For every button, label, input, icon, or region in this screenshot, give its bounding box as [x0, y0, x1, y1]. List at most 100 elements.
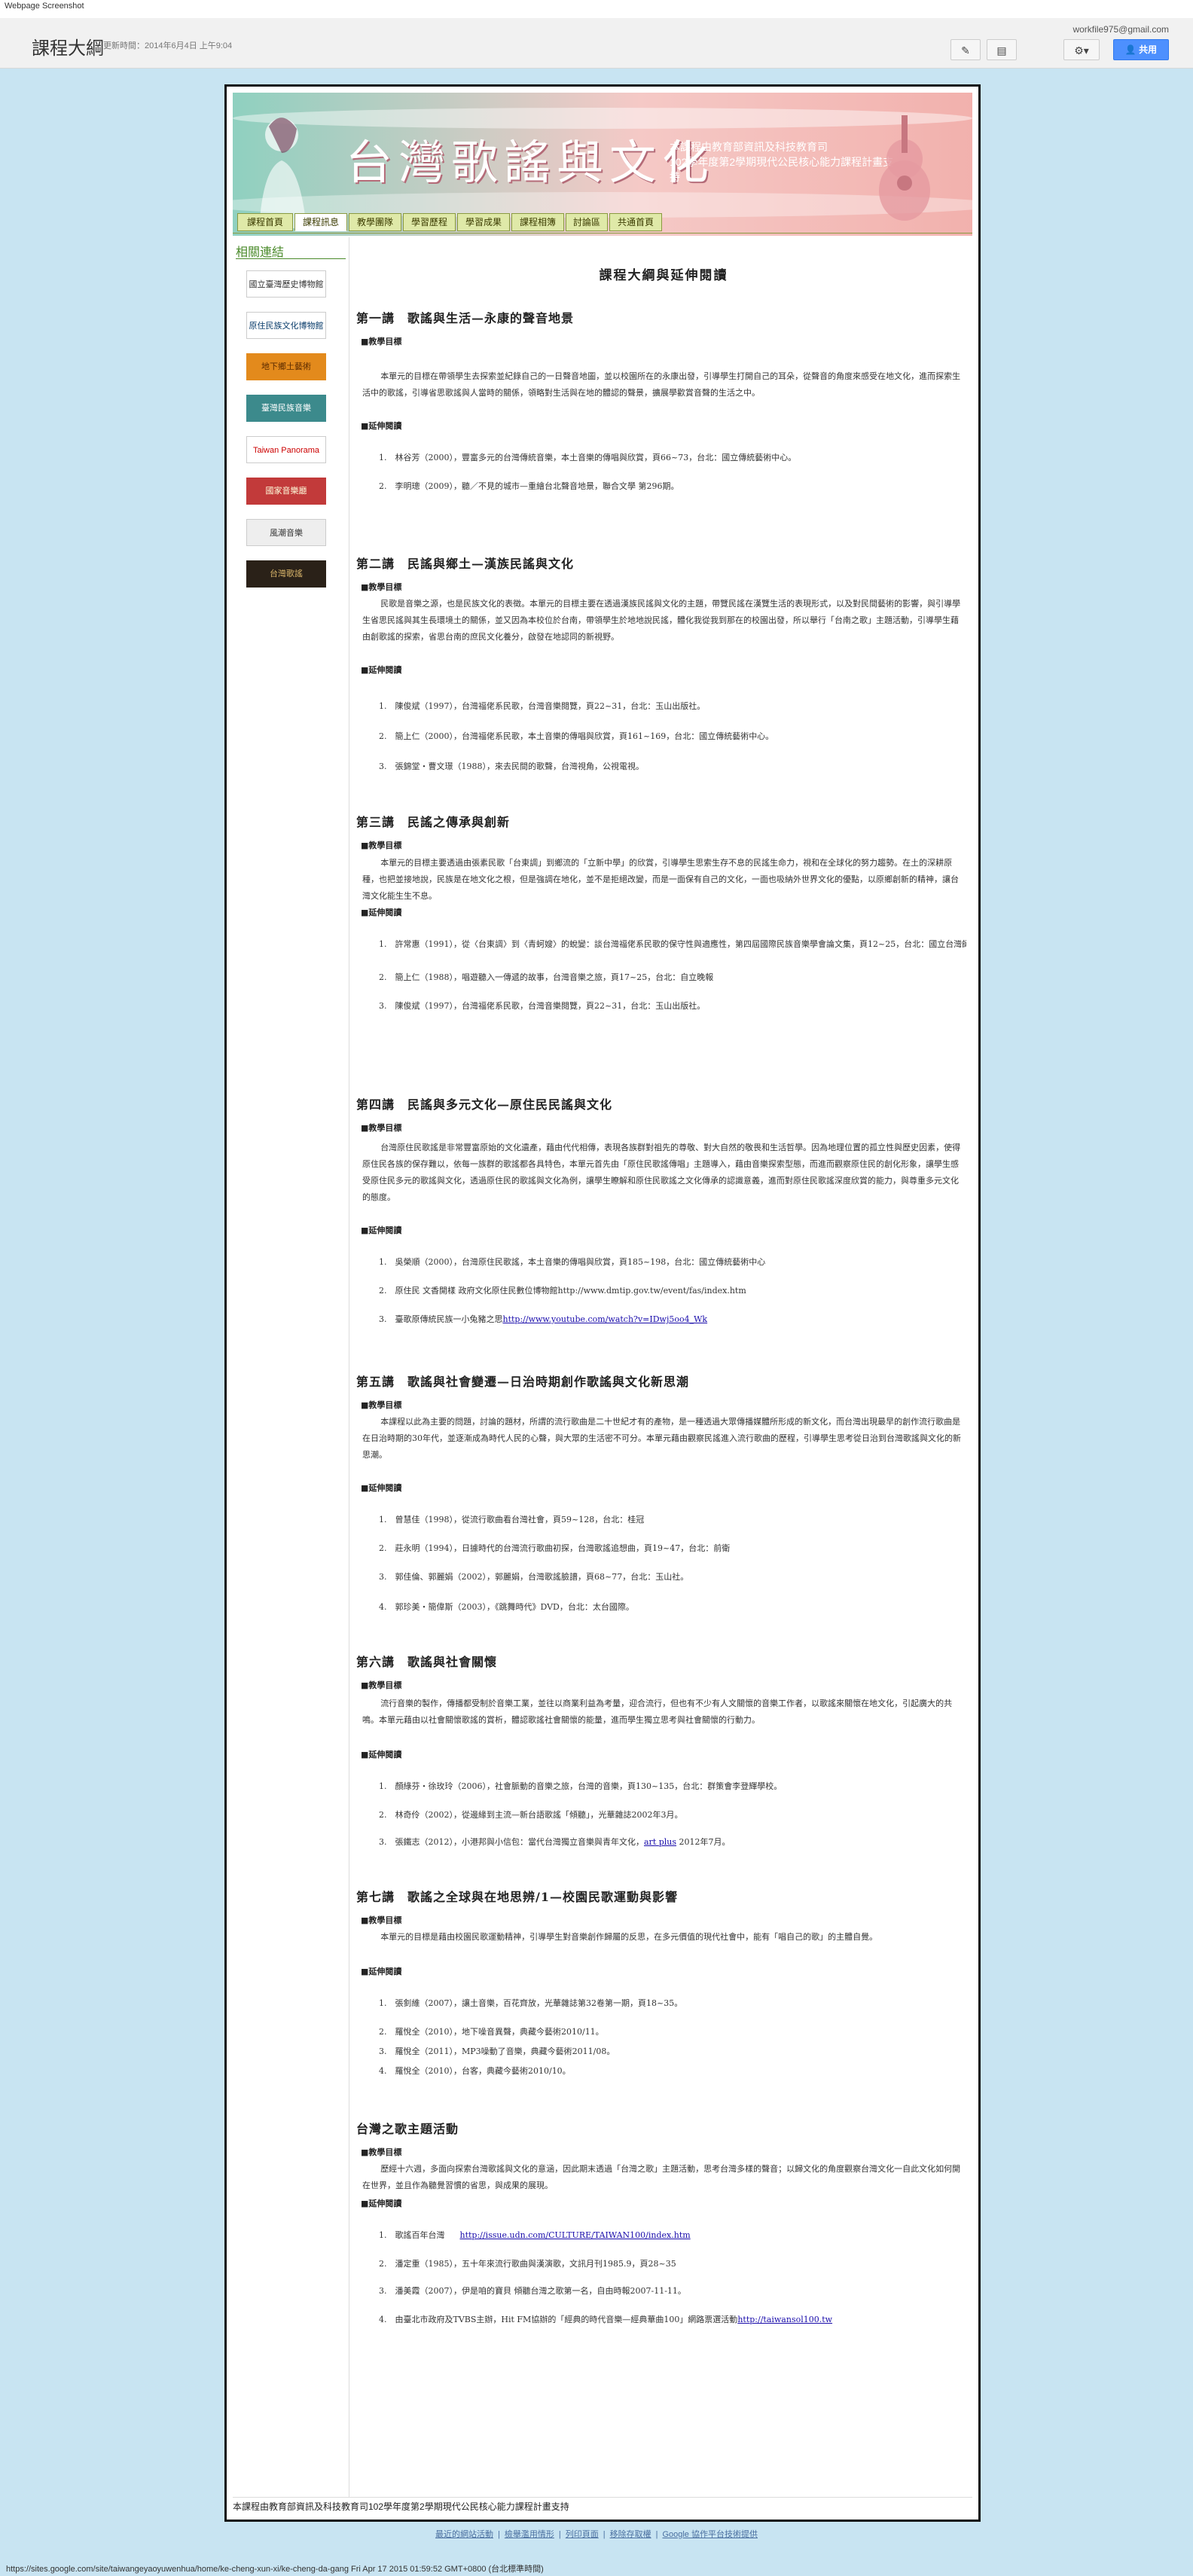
sidebar-logo-link[interactable]: 風潮音樂 [246, 519, 326, 546]
reading-item: 1. 曾慧佳（1998），從流行歌曲看台灣社會，頁59~128，台北：桂冠 [379, 1513, 966, 1525]
reading-text: 2. 潘定重（1985），五十年來流行歌曲與漢演歌，文訊月刊1985.9，頁28… [379, 2259, 676, 2269]
updated-time: 更新時間：2014年6月4日 上午9:04 [103, 41, 233, 50]
lesson-title: 第四講 民謠與多元文化—原住民民謠與文化 [356, 1097, 613, 1112]
footer-link[interactable]: 檢舉濫用情形 [505, 2530, 554, 2539]
reading-item: 3. 張鐵志（2012），小港邦與小信包：當代台灣獨立音樂與青年文化，art p… [379, 1836, 966, 1848]
reading-label: ■延伸閱讀 [361, 421, 402, 431]
reading-item: 3. 羅悅全（2011），MP3噪動了音樂，典藏今藝術2011/08。 [379, 2045, 966, 2057]
reading-label: ■延伸閱讀 [361, 1750, 402, 1760]
lesson-title: 台灣之歌主題活動 [356, 2122, 459, 2136]
reading-item: 1. 張釗維（2007），讓土音樂，百花齊放，光華雜誌第32卷第一期，頁18~3… [379, 1997, 966, 2009]
sidebar-logo-link[interactable]: 國立臺灣歷史博物館 [246, 270, 326, 298]
reading-text: 3. 張錦堂・曹文璟（1988），來去民間的歌聲，台灣視角，公視電視。 [379, 762, 644, 771]
user-email[interactable]: workfile975@gmail.com [1072, 24, 1169, 35]
edit-button[interactable]: ✎ [950, 39, 981, 60]
sidebar-logo-link[interactable]: 台灣歌謠 [246, 560, 326, 588]
people-icon: 👤 [1124, 44, 1140, 55]
reading-label: ■延伸閱讀 [361, 908, 402, 917]
reading-text: 3. 郭佳倫、郭麗娟（2002），郭麗娟，台灣歌謠臉譜，頁68~77，台北：玉山… [379, 1572, 689, 1582]
footer-link[interactable]: 列印頁面 [566, 2530, 599, 2539]
reading-text: 2. 李明璁（2009），聽／不見的城市—重繪台北聲音地景，聯合文學 第296期… [379, 481, 679, 491]
sidebar-logo-link[interactable]: Taiwan Panorama [246, 436, 326, 463]
lesson-goal: 台灣原住民歌謠是非常豐富原始的文化遺產，藉由代代相傳，表現各族群對祖先的尊敬、對… [362, 1143, 961, 1202]
reading-text: 4. 羅悅全（2010），台客，典藏今藝術2010/10。 [379, 2066, 571, 2076]
reading-item: 2. 簡上仁（2000），台灣福佬系民歌，本土音樂的傳唱與欣賞，頁161~169… [379, 730, 966, 742]
nav-tab[interactable]: 課程首頁 [237, 213, 293, 231]
reading-item: 1. 陳俊斌（1997），台灣福佬系民歌，台灣音樂閱覽，頁22~31，台北：玉山… [379, 700, 966, 712]
goal-label: ■教學目標 [361, 1123, 402, 1133]
settings-button[interactable]: ⚙▾ [1063, 39, 1100, 60]
reading-item: 4. 郭珍美・簡偉斯（2003），《跳舞時代》DVD，台北：太台國際。 [379, 1601, 966, 1613]
banner-subtitle-line: 102學年度第2學期現代公民核心能力課程計畫支持 [670, 156, 894, 183]
goal-label: ■教學目標 [361, 1680, 402, 1690]
new-page-button[interactable]: ▤ [987, 39, 1017, 60]
reading-item: 1. 吳榮順（2000），台灣原住民歌謠，本土音樂的傳唱與欣賞，頁185~198… [379, 1256, 966, 1268]
reading-text: 1. 顏綠芬・徐玫玲（2006），社會脈動的音樂之旅，台灣的音樂，頁130~13… [379, 1781, 783, 1791]
lesson-title: 第五講 歌謠與社會變遷—日治時期創作歌謠與文化新思潮 [356, 1375, 690, 1389]
reading-text: 1. 歌謠百年台灣 [379, 2230, 445, 2240]
sidebar-logo-link[interactable]: 國家音樂廳 [246, 478, 326, 505]
reading-text: 3. 潘美霞（2007），伊是咱的寶貝 傾聽台灣之歌第一名，自由時報2007-1… [379, 2286, 686, 2296]
reading-text: 2. 原住民 文香開樣 政府文化原住民數位博物館http://www.dmtip… [379, 1286, 746, 1296]
reading-label: ■延伸閱讀 [361, 1225, 402, 1235]
sidebar: 相關連結 國立臺灣歷史博物館 原住民族文化博物館 地下鄉土藝術 臺灣民族音樂 Taiwa… [233, 237, 349, 2497]
guitar-illustration [879, 115, 930, 221]
reading-item: 4. 由臺北市政府及TVBS主辦，Hit FM協辦的「經典的時代音樂—經典華曲1… [379, 2313, 966, 2325]
screenshot-caption: Webpage Screenshot [0, 0, 1193, 18]
reading-text: 3. 羅悅全（2011），MP3噪動了音樂，典藏今藝術2011/08。 [379, 2046, 615, 2056]
site-footer-links: 最近的網站活動 | 檢舉濫用情形 | 列印頁面 | 移除存取權 | Google 協作平台技術提… [435, 2530, 758, 2539]
reading-item: 3. 郭佳倫、郭麗娟（2002），郭麗娟，台灣歌謠臉譜，頁68~77，台北：玉山… [379, 1570, 966, 1583]
reading-item: 1. 林谷芳（2000），豐富多元的台灣傳統音樂，本土音樂的傳唱與欣賞，頁66~… [379, 451, 966, 463]
lesson-goal: 本課程以此為主要的問題，討論的題材，所謂的流行歌曲是二十世紀才有的產物，是一種透… [362, 1417, 961, 1460]
footer-link[interactable]: 移除存取權 [610, 2530, 651, 2539]
taiwan100-link[interactable]: http://issue.udn.com/CULTURE/TAIWAN100/i… [460, 2230, 691, 2240]
footer-link[interactable]: Google 協作平台技術提供 [662, 2530, 758, 2539]
page-title: 課程大綱 [32, 38, 104, 59]
singer-illustration [259, 118, 307, 228]
reading-item: 2. 莊永明（1994），日據時代的台灣流行歌曲初探，台灣歌謠追想曲，頁19~4… [379, 1542, 966, 1554]
sidebar-logo-link[interactable]: 臺灣民族音樂 [246, 395, 326, 422]
lesson-goal: 歷經十六週，多面向探索台灣歌謠與文化的意涵，因此期末透過「台灣之歌」主題活動，思… [362, 2164, 961, 2190]
lesson-goal: 民歌是音樂之源，也是民族文化的表徵。本單元的目標主要在透過漢族民謠與文化的主題，… [362, 599, 961, 642]
goal-label: ■教學目標 [361, 1915, 402, 1925]
youtube-link[interactable]: http://www.youtube.com/watch?v=IDwj5oo4_… [503, 1314, 708, 1324]
taiwansol-link[interactable]: http://taiwansol100.tw [737, 2315, 832, 2324]
lesson-title: 第二講 民謠與鄉土—漢族民謠與文化 [356, 557, 575, 571]
reading-item: 3. 陳俊斌（1997），台灣福佬系民歌，台灣音樂閱覽，頁22~31，台北：玉山… [379, 1000, 966, 1012]
lesson-title: 第三講 民謠之傳承與創新 [356, 815, 511, 829]
reading-text: 1. 許常惠（1991），從〈台東調〉到〈青蚵嫂〉的蛻變：談台灣福佬系民歌的保守… [379, 939, 966, 949]
reading-item: 1. 歌謠百年台灣 http://issue.udn.com/CULTURE/TA… [379, 2229, 966, 2241]
reading-text: 2. 林奇伶（2002），從邊緣到主流—新台語歌謠「傾聽」，光華雜誌2002年3… [379, 1810, 683, 1820]
reading-text: 3. 張鐵志（2012），小港邦與小信包：當代台灣獨立音樂與青年文化， [379, 1837, 644, 1847]
nav-tab[interactable]: 學習成果 [457, 213, 510, 231]
sidebar-heading: 相關連結 [236, 246, 285, 259]
nav-tab[interactable]: 討論區 [566, 213, 608, 231]
goal-label: ■教學目標 [361, 337, 402, 346]
reading-item: 2. 原住民 文香開樣 政府文化原住民數位博物館http://www.dmtip… [379, 1284, 966, 1296]
sidebar-logo-link[interactable]: 地下鄉土藝術 [246, 353, 326, 380]
reading-label: ■延伸閱讀 [361, 1483, 402, 1493]
reading-label: ■延伸閱讀 [361, 2199, 402, 2208]
content-title: 課程大綱與延伸閱讀 [599, 268, 728, 283]
nav-tab[interactable]: 課程訊息 [294, 213, 347, 231]
reading-text: 1. 曾慧佳（1998），從流行歌曲看台灣社會，頁59~128，台北：桂冠 [379, 1515, 645, 1525]
lesson-goal: 流行音樂的製作，傳播都受制於音樂工業，並往以商業利益為考量，迎合流行，但也有不少… [362, 1699, 953, 1725]
reading-item: 2. 潘定重（1985），五十年來流行歌曲與漢演歌，文訊月刊1985.9，頁28… [379, 2257, 966, 2269]
nav-tab[interactable]: 課程相簿 [511, 213, 564, 231]
reading-text: 2. 簡上仁（1988），唱遊聽入一傳遞的故事，台灣音樂之旅，頁17~25，台北… [379, 972, 714, 982]
reading-text: 1. 吳榮順（2000），台灣原住民歌謠，本土音樂的傳唱與欣賞，頁185~198… [379, 1257, 766, 1267]
art-plus-link[interactable]: art plus [644, 1837, 676, 1847]
reading-text: 2012年7月。 [676, 1837, 731, 1847]
reading-text: 2. 莊永明（1994），日據時代的台灣流行歌曲初探，台灣歌謠追想曲，頁19~4… [379, 1543, 731, 1553]
reading-label: ■延伸閱讀 [361, 1967, 402, 1976]
share-button[interactable]: 👤 共用 [1113, 39, 1169, 60]
sidebar-logo-link[interactable]: 原住民族文化博物館 [246, 312, 326, 339]
nav-tab[interactable]: 共通首頁 [609, 213, 662, 231]
page-url: https://sites.google.com/site/taiwangeya… [6, 2565, 544, 2574]
goal-label: ■教學目標 [361, 1400, 402, 1410]
lesson-goal: 本單元的目標是藉由校園民歌運動精神，引導學生對音樂創作歸屬的反思，在多元價值的現… [380, 1932, 878, 1942]
nav-tab[interactable]: 學習歷程 [403, 213, 456, 231]
reading-text: 2. 簡上仁（2000），台灣福佬系民歌，本土音樂的傳唱與欣賞，頁161~169… [379, 731, 774, 741]
nav-tab[interactable]: 教學團隊 [349, 213, 401, 231]
footer-link[interactable]: 最近的網站活動 [435, 2530, 493, 2539]
